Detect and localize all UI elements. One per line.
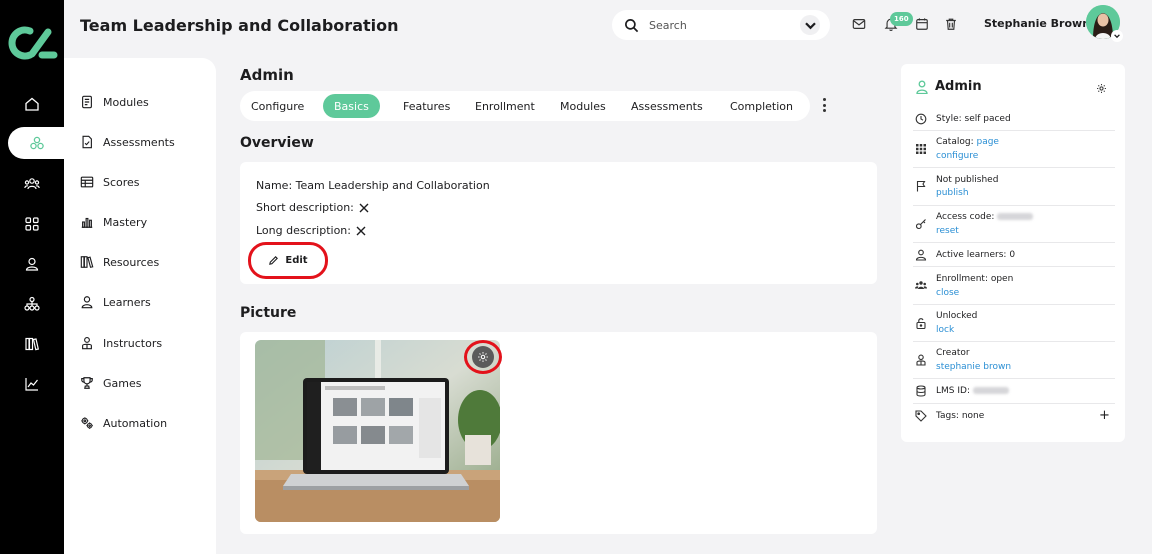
side-item-games[interactable]: Games [80,373,141,393]
mastery-icon [81,217,93,228]
overview-card: Name: Team Leadership and Collaboration … [240,162,877,284]
library-icon[interactable] [10,328,54,360]
info-row-access-code: Access code: reset [913,206,1115,243]
org-chart-icon[interactable] [10,288,54,320]
side-item-mastery[interactable]: Mastery [80,212,147,232]
side-item-automation[interactable]: Automation [80,413,167,433]
scores-icon [80,176,94,188]
short-description-line: Short description: [256,201,370,214]
info-row-lock: Unlocked lock [913,305,1115,342]
info-row-creator: Creator stephanie brown [913,342,1115,379]
side-item-resources[interactable]: Resources [80,252,159,272]
tab-configure[interactable]: Configure [240,94,315,118]
picture-settings-gear-icon[interactable] [472,346,494,368]
info-title: Admin [935,79,982,94]
side-item-instructors[interactable]: Instructors [80,333,162,353]
more-options-icon[interactable] [820,98,828,112]
redacted-value [972,387,1009,394]
user-icon[interactable] [10,248,54,280]
tab-modules[interactable]: Modules [549,94,617,118]
enrollment-close-link[interactable]: close [936,288,959,298]
resources-icon [80,256,94,268]
instructors-icon [82,337,92,350]
info-row-style: Style: self paced [913,106,1115,131]
database-icon [916,385,926,397]
tab-completion[interactable]: Completion [719,94,804,118]
add-tag-button[interactable]: + [1099,408,1110,423]
tab-bar: Configure Basics Features Enrollment Mod… [240,91,810,121]
mail-icon[interactable] [851,16,867,32]
settings-gear-icon[interactable] [1096,83,1107,94]
access-reset-link[interactable]: reset [936,226,959,236]
tab-assessments[interactable]: Assessments [620,94,714,118]
side-item-modules[interactable]: Modules [80,92,149,112]
courses-icon[interactable] [8,127,66,159]
tag-icon [915,410,927,422]
key-icon [915,219,926,230]
games-icon [81,377,93,389]
info-row-tags: Tags: none + [913,404,1115,429]
home-icon[interactable] [10,88,54,120]
info-row-catalog: Catalog: page configure [913,131,1115,168]
long-description-line: Long description: [256,224,367,237]
flag-icon [916,180,926,192]
trash-icon[interactable] [943,16,959,32]
calendar-icon[interactable] [914,16,930,32]
publish-link[interactable]: publish [936,188,969,198]
overview-heading: Overview [240,135,314,151]
course-name-line: Name: Team Leadership and Collaboration [256,179,490,192]
creator-link[interactable]: stephanie brown [936,362,1011,372]
top-bar: Team Leadership and Collaboration Search… [64,0,1152,56]
empty-x-icon [359,203,369,212]
groups-icon[interactable] [10,168,54,200]
admin-info-panel: Admin Style: self paced Catalog: page co… [901,64,1125,442]
side-item-learners[interactable]: Learners [80,292,151,312]
automation-icon [81,417,93,429]
group-icon [915,281,927,289]
learners-icon [81,296,93,309]
search-placeholder: Search [649,18,687,32]
catalog-grid-icon [916,144,926,154]
admin-heading: Admin [240,66,294,84]
assessments-icon [82,135,92,149]
clock-icon [915,113,927,125]
side-item-assessments[interactable]: Assessments [80,132,175,152]
chevron-down-icon[interactable] [800,15,820,35]
catalog-page-link[interactable]: page [976,137,998,147]
tab-enrollment[interactable]: Enrollment [464,94,546,118]
info-row-learners: Active learners: 0 [913,243,1115,267]
empty-x-icon [356,226,366,235]
tab-basics[interactable]: Basics [323,94,380,118]
course-picture [255,340,500,522]
search-input[interactable]: Search [612,10,830,40]
apps-grid-icon[interactable] [10,208,54,240]
redacted-value [997,213,1034,220]
modules-icon [82,95,92,109]
info-row-enrollment: Enrollment: open close [913,267,1115,305]
unlock-icon [916,318,926,329]
app-logo[interactable] [8,24,58,62]
tab-features[interactable]: Features [392,94,461,118]
analytics-icon[interactable] [10,368,54,400]
info-row-lms-id: LMS ID: [913,379,1115,404]
edit-button[interactable]: Edit [259,250,317,270]
side-item-scores[interactable]: Scores [80,172,140,192]
search-icon [625,18,639,32]
notifications-badge: 160 [890,12,913,26]
pencil-icon [269,255,279,265]
account-menu-chevron-icon[interactable] [1111,30,1123,42]
page-title: Team Leadership and Collaboration [80,16,399,35]
lock-link[interactable]: lock [936,325,954,335]
course-side-menu: Modules Assessments Scores Mastery Resou… [64,58,216,554]
user-name[interactable]: Stephanie Brown [984,17,1090,30]
person-icon [915,249,927,261]
creator-icon [916,354,926,366]
info-row-publish: Not published publish [913,168,1115,206]
admin-user-icon [916,80,928,94]
catalog-configure-link[interactable]: configure [936,151,978,161]
catalog-label: Catalog: page [936,137,999,147]
picture-heading: Picture [240,305,297,321]
icon-rail [0,0,66,554]
